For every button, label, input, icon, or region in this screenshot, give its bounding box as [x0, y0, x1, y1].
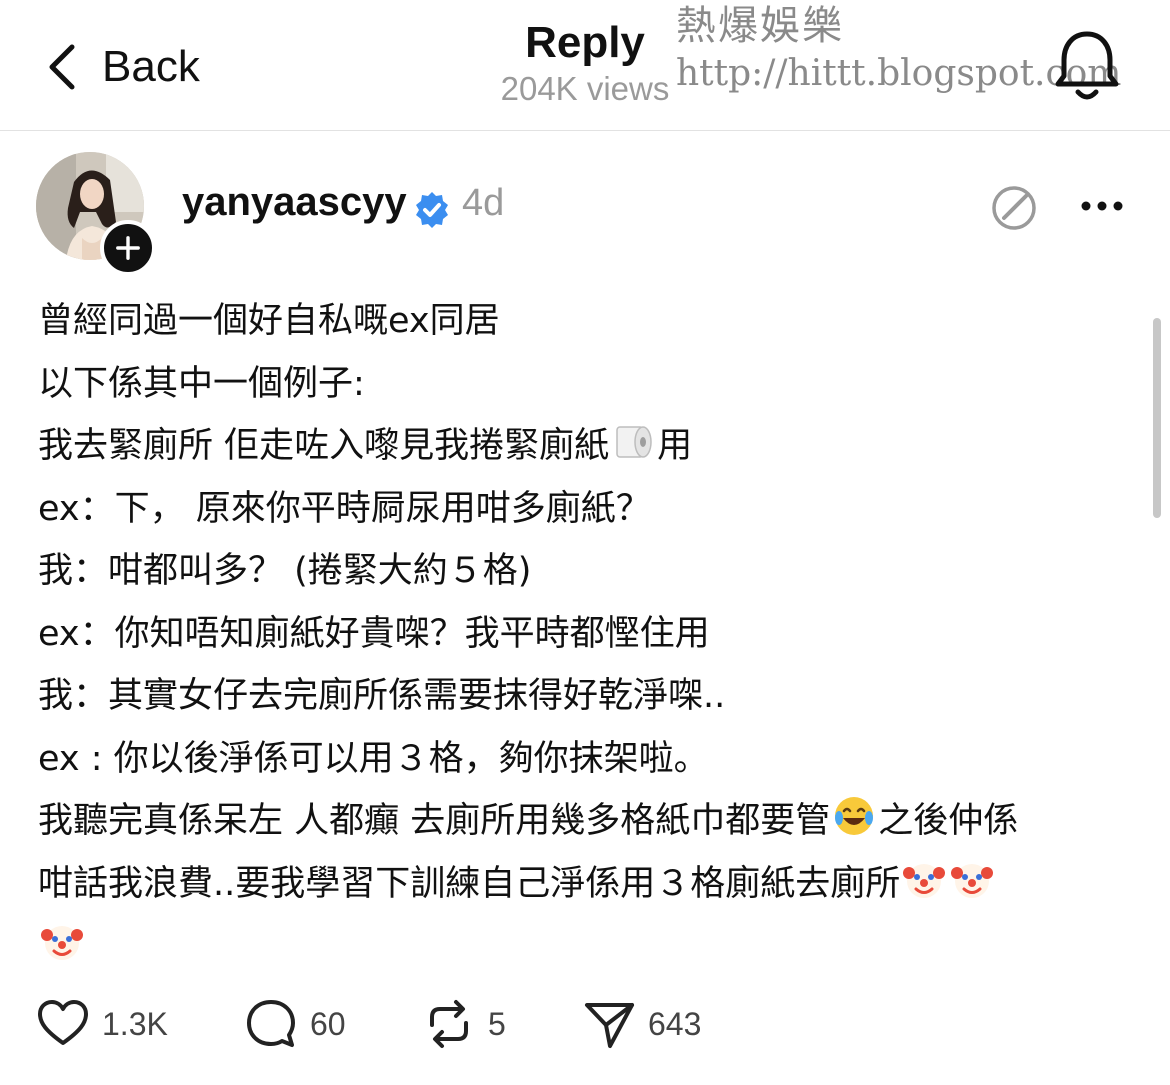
tears-of-joy-emoji: [835, 797, 874, 835]
post-time: 4d: [462, 182, 505, 224]
edit-icon[interactable]: [990, 184, 1038, 232]
post-line: 我去緊廁所 佢走咗入嚟見我捲緊廁紙 用: [38, 415, 1138, 478]
post-line: [38, 915, 1138, 978]
comment-count: 60: [310, 1005, 346, 1042]
repost-icon: [430, 1000, 468, 1048]
verified-badge-icon: [416, 192, 448, 228]
post-line-text: 之後仲係: [878, 801, 1019, 841]
like-button[interactable]: 1.3K: [36, 996, 168, 1052]
back-label: Back: [102, 42, 200, 91]
toilet-paper-emoji: [616, 426, 652, 458]
share-button[interactable]: 643: [582, 996, 701, 1052]
post-line: 我聽完真係呆左 人都癲 去廁所用幾多格紙巾都要管 之後仲係: [38, 790, 1138, 853]
page-title: Reply: [525, 18, 645, 67]
post-line-text: 用: [657, 426, 693, 466]
post-line: 我：咁都叫多？ (捲緊大約５格): [38, 551, 532, 591]
post-line: ex：你知唔知廁紙好貴㗎？我平時都慳住用: [38, 613, 710, 654]
send-icon: [585, 1003, 634, 1048]
bell-icon[interactable]: [1052, 28, 1122, 104]
comment-button[interactable]: 60: [244, 996, 346, 1052]
more-dots-icon[interactable]: [1080, 196, 1124, 216]
post-line: ex : 你以後淨係可以用３格，夠你抹架啦。: [38, 738, 709, 779]
post-line: 咁話我浪費..要我學習下訓練自己淨係用３格廁紙去廁所: [38, 853, 1138, 916]
clown-face-emoji: [903, 863, 946, 898]
post-line: 以下係其中一個例子:: [38, 363, 365, 404]
top-bar: Back Reply 204K views 熱爆娛樂 http://hittt.…: [0, 0, 1170, 131]
follow-button[interactable]: [100, 220, 156, 276]
plus-icon: [116, 236, 140, 260]
scrollbar[interactable]: [1153, 318, 1161, 518]
heart-icon: [38, 1000, 88, 1045]
post-text: 曾經同過一個好自私嘅ex同居 以下係其中一個例子: 我去緊廁所 佢走咗入嚟見我捲…: [38, 290, 1138, 978]
clown-face-emoji: [41, 926, 83, 960]
post-line: 我：其實女仔去完廁所係需要抹得好乾淨㗎..: [38, 676, 726, 716]
like-count: 1.3K: [102, 1005, 168, 1042]
title-block: Reply 204K views: [440, 18, 730, 108]
username[interactable]: yanyaascyy: [182, 180, 407, 225]
share-count: 643: [648, 1005, 702, 1042]
post-line-text: 我去緊廁所 佢走咗入嚟見我捲緊廁紙: [38, 426, 610, 466]
repost-count: 5: [488, 1005, 506, 1042]
back-button[interactable]: Back: [44, 38, 200, 96]
comment-icon: [247, 1000, 295, 1047]
repost-button[interactable]: 5: [422, 996, 506, 1052]
chevron-left-icon: [49, 44, 75, 90]
views-count: 204K views: [500, 70, 670, 107]
post-line: ex：下， 原來你平時屙尿用咁多廁紙？: [38, 488, 651, 529]
post-line-text: 我聽完真係呆左 人都癲 去廁所用幾多格紙巾都要管: [38, 801, 831, 841]
post-line-text: 咁話我浪費..要我學習下訓練自己淨係用３格廁紙去廁所: [38, 863, 901, 904]
clown-face-emoji: [951, 863, 994, 898]
post-line: 曾經同過一個好自私嘅ex同居: [38, 301, 500, 341]
